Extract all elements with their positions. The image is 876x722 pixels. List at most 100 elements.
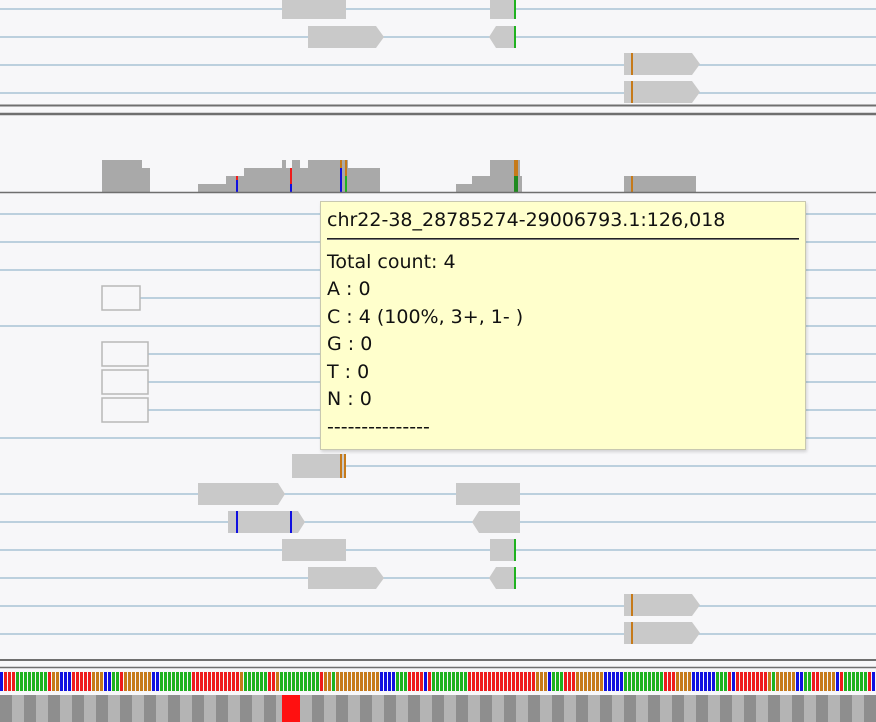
reference-base-A bbox=[280, 672, 283, 691]
coverage-bar[interactable] bbox=[226, 176, 244, 192]
codon bbox=[480, 695, 492, 722]
aligned-read[interactable] bbox=[490, 539, 516, 561]
codon bbox=[348, 695, 360, 722]
read-right-arrow-icon[interactable] bbox=[624, 53, 700, 75]
reference-base-C bbox=[696, 672, 699, 691]
reference-base-A bbox=[404, 672, 407, 691]
codon bbox=[204, 695, 216, 722]
reference-base-A bbox=[44, 672, 47, 691]
reference-base-C bbox=[708, 672, 711, 691]
codon bbox=[312, 695, 324, 722]
reference-base-G bbox=[684, 672, 687, 691]
coverage-bar[interactable] bbox=[624, 176, 696, 192]
reference-base-A bbox=[864, 672, 867, 691]
mismatch-base-G bbox=[631, 594, 633, 616]
reference-base-A bbox=[312, 672, 315, 691]
read-right-arrow-icon[interactable] bbox=[624, 594, 700, 616]
reference-base-C bbox=[732, 672, 735, 691]
read-left-arrow-icon[interactable] bbox=[472, 511, 520, 533]
aligned-read-outline[interactable] bbox=[101, 369, 149, 395]
reference-base-A bbox=[24, 672, 27, 691]
aligned-read[interactable] bbox=[282, 539, 346, 561]
reference-base-G bbox=[276, 672, 279, 691]
coverage-bar[interactable] bbox=[244, 168, 380, 192]
reference-base-A bbox=[852, 672, 855, 691]
reference-base-A bbox=[432, 672, 435, 691]
reference-base-A bbox=[716, 672, 719, 691]
stop-codon bbox=[282, 695, 290, 722]
read-right-arrow-icon[interactable] bbox=[308, 26, 384, 48]
codon bbox=[96, 695, 108, 722]
read-right-arrow-icon[interactable] bbox=[198, 483, 285, 505]
codon bbox=[528, 695, 540, 722]
codon bbox=[192, 695, 204, 722]
aligned-read[interactable] bbox=[456, 483, 520, 505]
reference-base-G bbox=[140, 672, 143, 691]
reference-base-G bbox=[100, 672, 103, 691]
read-right-arrow-icon[interactable] bbox=[624, 622, 700, 644]
coverage-bar[interactable] bbox=[282, 160, 286, 168]
reference-base-A bbox=[436, 672, 439, 691]
codon bbox=[408, 695, 420, 722]
reference-base-T bbox=[492, 672, 495, 691]
reference-base-A bbox=[452, 672, 455, 691]
coverage-mismatch-G bbox=[514, 160, 518, 176]
reference-base-T bbox=[272, 672, 275, 691]
codon bbox=[780, 695, 792, 722]
codon bbox=[840, 695, 852, 722]
aligned-read[interactable] bbox=[490, 0, 516, 19]
read-right-arrow-icon[interactable] bbox=[228, 511, 305, 533]
reference-base-T bbox=[520, 672, 523, 691]
reference-base-A bbox=[36, 672, 39, 691]
reference-base-G bbox=[92, 672, 95, 691]
reference-base-G bbox=[340, 672, 343, 691]
reference-base-G bbox=[576, 672, 579, 691]
reference-base-A bbox=[188, 672, 191, 691]
codon bbox=[792, 695, 804, 722]
reference-base-G bbox=[544, 672, 547, 691]
mismatch-base-A bbox=[514, 26, 516, 48]
read-right-arrow-icon[interactable] bbox=[624, 81, 700, 103]
codon bbox=[492, 695, 504, 722]
coverage-bar[interactable] bbox=[292, 160, 300, 168]
reference-base-C bbox=[692, 672, 695, 691]
reference-base-T bbox=[220, 672, 223, 691]
aligned-read-outline[interactable] bbox=[101, 397, 149, 423]
reference-base-A bbox=[112, 672, 115, 691]
reference-base-A bbox=[808, 672, 811, 691]
aligned-read-outline[interactable] bbox=[101, 341, 149, 367]
mismatch-base-A bbox=[514, 567, 516, 589]
reference-base-A bbox=[720, 672, 723, 691]
codon bbox=[0, 695, 12, 722]
coverage-mismatch-T bbox=[236, 176, 238, 180]
codon bbox=[108, 695, 120, 722]
reference-base-T bbox=[500, 672, 503, 691]
reference-base-A bbox=[464, 672, 467, 691]
codon bbox=[72, 695, 84, 722]
aligned-read[interactable] bbox=[292, 454, 344, 478]
reference-base-T bbox=[416, 672, 419, 691]
reference-base-A bbox=[304, 672, 307, 691]
reference-base-G bbox=[776, 672, 779, 691]
coverage-bar[interactable] bbox=[102, 168, 150, 192]
reference-base-C bbox=[608, 672, 611, 691]
reference-base-T bbox=[200, 672, 203, 691]
translation-track[interactable] bbox=[0, 695, 876, 722]
reference-base-A bbox=[116, 672, 119, 691]
reference-base-T bbox=[756, 672, 759, 691]
reference-base-A bbox=[164, 672, 167, 691]
read-right-arrow-icon[interactable] bbox=[308, 567, 384, 589]
reference-base-G bbox=[376, 672, 379, 691]
aligned-read[interactable] bbox=[282, 0, 346, 19]
reference-base-T bbox=[472, 672, 475, 691]
reference-base-G bbox=[536, 672, 539, 691]
codon bbox=[156, 695, 168, 722]
reference-base-T bbox=[524, 672, 527, 691]
coverage-bar[interactable] bbox=[456, 184, 522, 192]
mismatch-base-G bbox=[340, 454, 342, 478]
reference-base-G bbox=[96, 672, 99, 691]
codon bbox=[36, 695, 48, 722]
mismatch-base-G bbox=[631, 53, 633, 75]
aligned-read-outline[interactable] bbox=[101, 285, 141, 311]
reference-base-T bbox=[268, 672, 271, 691]
